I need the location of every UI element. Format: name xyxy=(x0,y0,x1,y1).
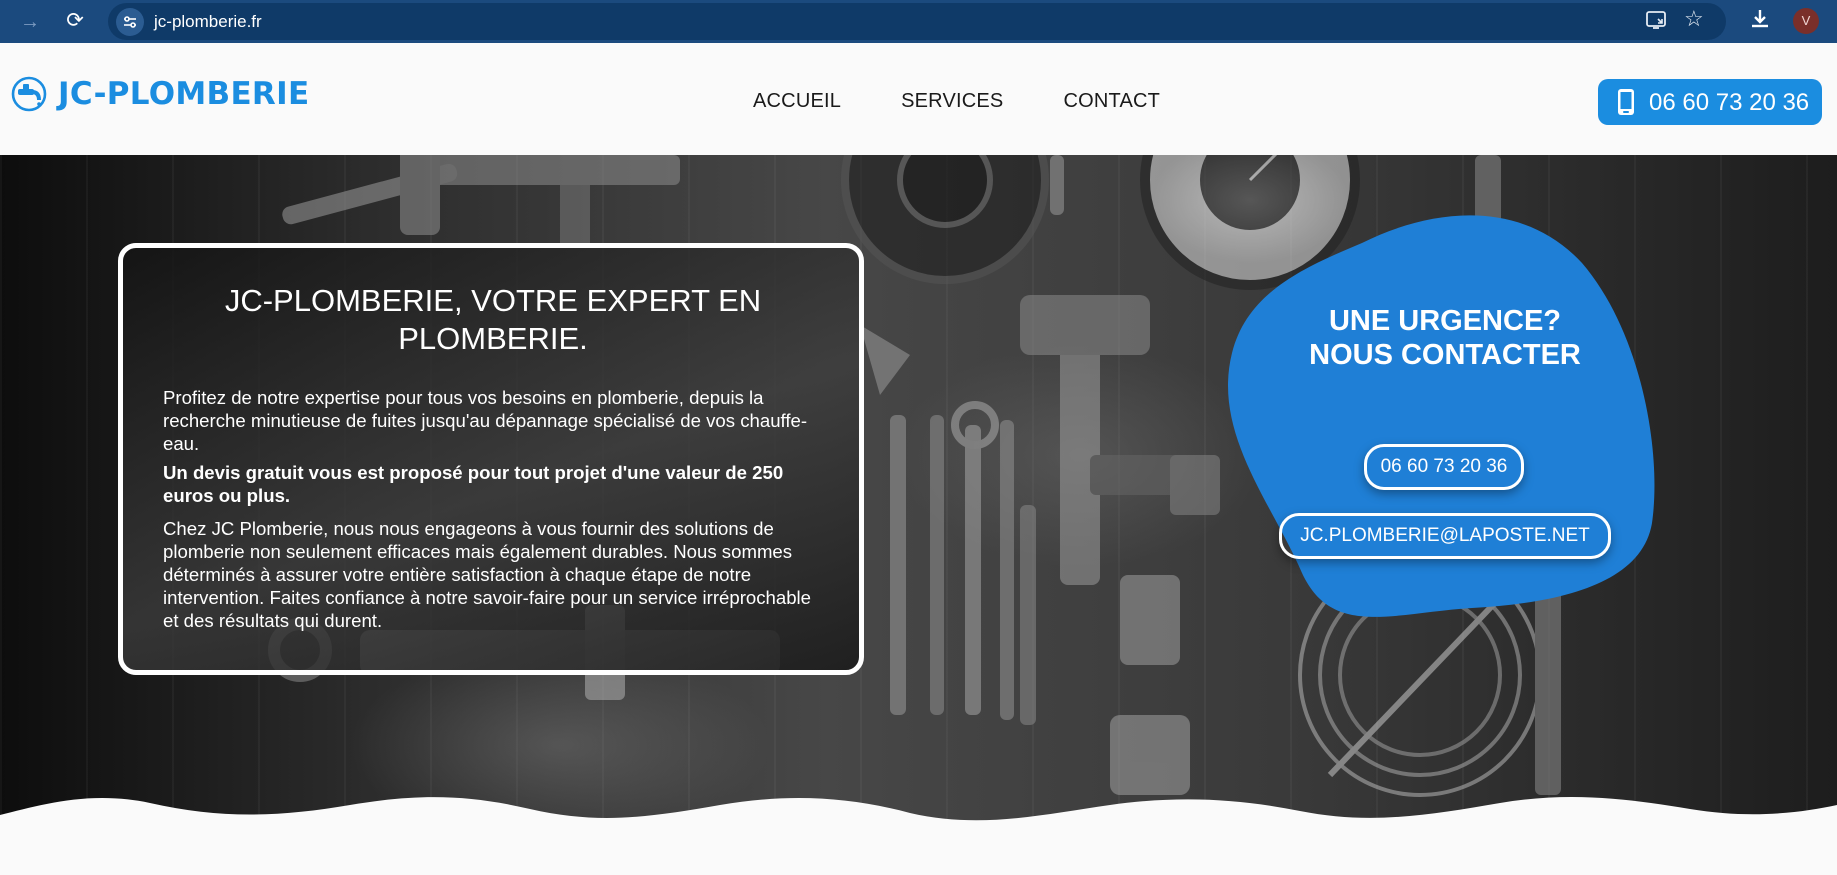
urgency-title: UNE URGENCE? NOUS CONTACTER xyxy=(1240,304,1650,372)
tune-icon xyxy=(124,16,136,28)
brand-logo[interactable]: JC-PLOMBERIE xyxy=(10,69,309,119)
download-icon[interactable] xyxy=(1748,7,1772,31)
urgency-line-2: NOUS CONTACTER xyxy=(1309,339,1581,371)
cast-icon[interactable] xyxy=(1645,9,1667,31)
url-text[interactable]: jc-plomberie.fr xyxy=(154,12,262,32)
header-phone-number: 06 60 73 20 36 xyxy=(1649,89,1810,116)
site-info-button[interactable] xyxy=(116,8,144,36)
profile-avatar[interactable]: V xyxy=(1793,8,1819,34)
brand-name: JC-PLOMBERIE xyxy=(58,76,310,112)
nav-services[interactable]: SERVICES xyxy=(901,90,1003,113)
urgency-email-button[interactable]: JC.PLOMBERIE@LAPOSTE.NET xyxy=(1279,513,1611,559)
urgency-phone-button[interactable]: 06 60 73 20 36 xyxy=(1364,444,1524,490)
faucet-logo-icon xyxy=(11,76,47,112)
intro-paragraph-3: Chez JC Plomberie, nous nous engageons à… xyxy=(163,518,812,631)
header-phone-button[interactable]: 06 60 73 20 36 xyxy=(1598,79,1822,125)
intro-paragraph-1: Profitez de notre expertise pour tous vo… xyxy=(163,387,808,454)
intro-card: JC-PLOMBERIE, VOTRE EXPERT EN PLOMBERIE.… xyxy=(118,243,864,675)
main-nav: ACCUEIL SERVICES CONTACT xyxy=(753,90,1220,113)
nav-contact[interactable]: CONTACT xyxy=(1063,90,1160,113)
browser-toolbar: → ⟳ jc-plomberie.fr ☆ V xyxy=(0,0,1837,43)
nav-accueil[interactable]: ACCUEIL xyxy=(753,90,841,113)
urgency-line-1: UNE URGENCE? xyxy=(1328,305,1561,337)
bottom-wave-divider xyxy=(0,796,1837,875)
site-header: JC-PLOMBERIE ACCUEIL SERVICES CONTACT 06… xyxy=(0,43,1837,155)
hero-title: JC-PLOMBERIE, VOTRE EXPERT EN PLOMBERIE. xyxy=(224,283,762,356)
bookmark-star-icon[interactable]: ☆ xyxy=(1684,6,1704,32)
address-bar[interactable]: jc-plomberie.fr xyxy=(108,3,1726,40)
mobile-phone-icon xyxy=(1618,89,1634,115)
reload-icon[interactable]: ⟳ xyxy=(62,8,88,34)
intro-paragraph-devis: Un devis gratuit vous est proposé pour t… xyxy=(163,462,784,506)
hero-section: JC-PLOMBERIE, VOTRE EXPERT EN PLOMBERIE.… xyxy=(0,155,1837,875)
urgency-blob xyxy=(1228,215,1655,617)
forward-arrow-icon[interactable]: → xyxy=(18,10,42,34)
